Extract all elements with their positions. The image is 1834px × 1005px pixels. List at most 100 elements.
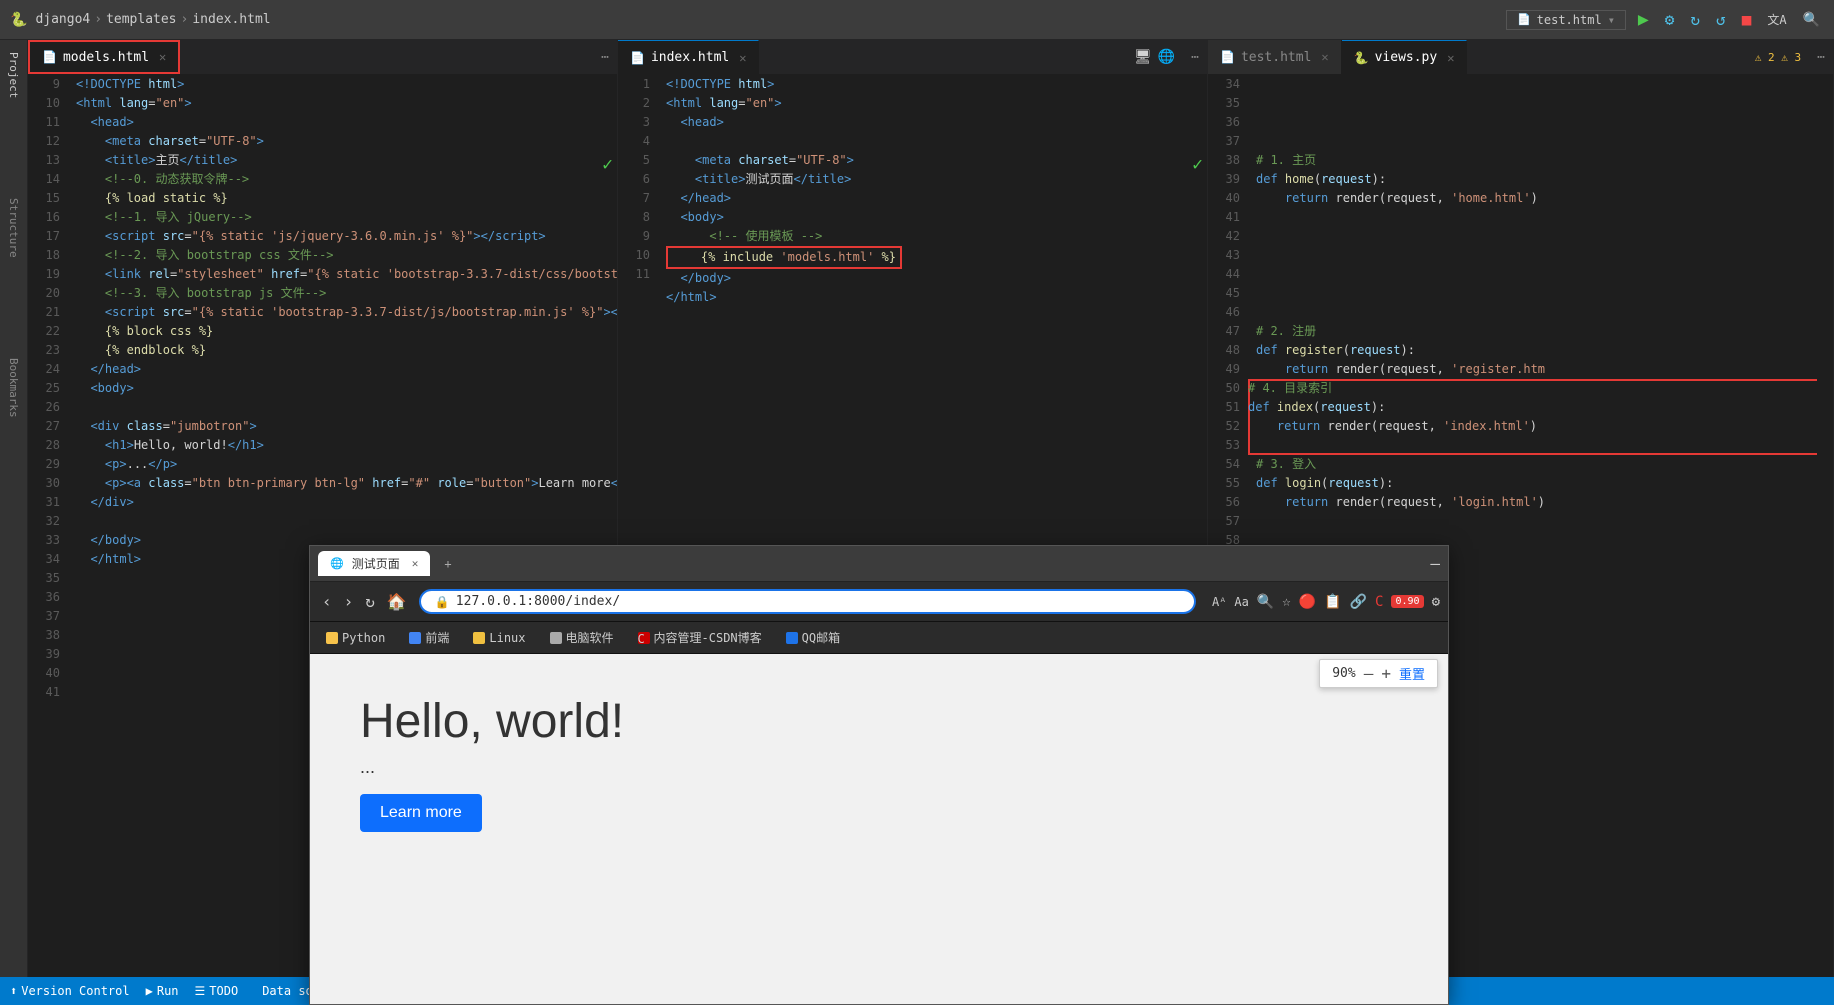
- browser-tab-new[interactable]: +: [436, 553, 459, 575]
- bookmark-software-icon: [550, 632, 562, 644]
- browser-content: Hello, world! ... Learn more 90% — + 重置: [310, 654, 1448, 1004]
- bookmark-qqmail-label: QQ邮箱: [802, 629, 840, 646]
- todo-icon: ☰: [195, 984, 206, 998]
- learn-more-button[interactable]: Learn more: [360, 794, 482, 832]
- bookmark-python[interactable]: Python: [318, 629, 393, 647]
- bookmark-frontend[interactable]: 前端: [401, 627, 457, 648]
- browser-star-icon[interactable]: ☆: [1282, 594, 1290, 610]
- browser-ver-badge: 0.90: [1391, 595, 1423, 608]
- browser-tab-bar: 🌐 测试页面 ✕ + —: [310, 546, 1448, 582]
- bookmark-linux-label: Linux: [489, 631, 525, 645]
- browser-ext3-icon[interactable]: 🔗: [1350, 594, 1367, 610]
- tab-icon-test: 📄: [1220, 50, 1235, 64]
- browser-nav-buttons: ‹ › ↻ 🏠: [318, 590, 411, 613]
- url-bar[interactable]: 🔒 127.0.0.1:8000/index/: [419, 589, 1196, 614]
- sidebar-bookmarks-icon[interactable]: Bookmarks: [5, 350, 22, 426]
- browser-font-btn[interactable]: Aa: [1234, 595, 1248, 609]
- tab-more-1[interactable]: ⋯: [593, 40, 617, 74]
- bookmark-qqmail[interactable]: QQ邮箱: [778, 627, 848, 648]
- check-mark-1: ✓: [602, 155, 613, 174]
- bookmark-python-icon: [326, 632, 338, 644]
- forward-button[interactable]: ›: [340, 590, 358, 613]
- tab-icon-index: 📄: [630, 51, 645, 65]
- tab-label-test: test.html: [1241, 50, 1311, 65]
- tab-index-html[interactable]: 📄 index.html ✕: [618, 40, 759, 74]
- url-lock-icon: 🔒: [435, 595, 450, 609]
- bookmark-csdn-label: 内容管理-CSDN博客: [654, 629, 762, 646]
- reload-button[interactable]: ↻: [1686, 8, 1704, 31]
- translate-button[interactable]: 文A: [1763, 9, 1790, 30]
- bookmark-csdn[interactable]: C 内容管理-CSDN博客: [630, 627, 770, 648]
- browser-tab-active[interactable]: 🌐 测试页面 ✕: [318, 551, 430, 576]
- line-numbers-1: 910111213 1415161718 1920212223 24252627…: [28, 75, 68, 977]
- bookmark-frontend-icon: [409, 632, 421, 644]
- tab-close-index[interactable]: ✕: [739, 51, 746, 65]
- run-config-dropdown-icon[interactable]: ▾: [1608, 13, 1615, 27]
- browser-ext4-icon[interactable]: C: [1375, 594, 1383, 610]
- browser-zoom-icon[interactable]: 🔍: [1257, 594, 1274, 610]
- stop-button[interactable]: ■: [1738, 8, 1756, 31]
- status-version-control[interactable]: ⬆ Version Control: [10, 984, 130, 998]
- browser-window: 🌐 测试页面 ✕ + — ‹ › ↻ 🏠 🔒 127.0.0.1:8000/in…: [309, 545, 1449, 1005]
- breadcrumb-project[interactable]: django4: [35, 12, 90, 27]
- breadcrumb-sep2: ›: [181, 12, 189, 27]
- zoom-plus-button[interactable]: +: [1381, 664, 1391, 683]
- tab-close-test[interactable]: ✕: [1321, 50, 1328, 64]
- tab-close-models[interactable]: ✕: [159, 50, 166, 64]
- browser-bookmarks-bar: Python 前端 Linux 电脑软件 C 内容管理-CSDN博客 QQ邮箱: [310, 622, 1448, 654]
- sidebar-project-icon[interactable]: Project: [5, 44, 22, 106]
- status-todo[interactable]: ☰ TODO: [195, 984, 239, 998]
- browser-heading: Hello, world!: [360, 694, 1398, 749]
- tab-models-html[interactable]: 📄 models.html ✕: [28, 40, 180, 74]
- back-button[interactable]: ‹: [318, 590, 336, 613]
- status-run[interactable]: ▶ Run: [146, 984, 179, 998]
- debug-button[interactable]: ↺: [1712, 8, 1730, 31]
- reload-nav-button[interactable]: ↻: [361, 590, 379, 613]
- breadcrumb: django4 › templates › index.html: [35, 12, 270, 27]
- bookmark-python-label: Python: [342, 631, 385, 645]
- bookmark-linux[interactable]: Linux: [465, 629, 533, 647]
- tab-label-views: views.py: [1375, 50, 1438, 65]
- build-button[interactable]: ⚙: [1661, 8, 1679, 31]
- run-config-selector[interactable]: 📄 test.html ▾: [1506, 10, 1626, 30]
- browser-icon-2[interactable]: 🌐: [1158, 49, 1175, 65]
- warning-badge: ⚠ 2 ⚠ 3: [1755, 51, 1801, 64]
- zoom-level: 90%: [1332, 666, 1355, 681]
- left-sidebar: Project Structure Bookmarks: [0, 40, 28, 977]
- breadcrumb-sep1: ›: [94, 12, 102, 27]
- zoom-reset-button[interactable]: 重置: [1399, 664, 1425, 683]
- vc-icon: ⬆: [10, 984, 17, 998]
- run-config-label: test.html: [1537, 13, 1602, 27]
- bookmark-software[interactable]: 电脑软件: [542, 627, 622, 648]
- zoom-minus-button[interactable]: —: [1364, 664, 1374, 683]
- breadcrumb-folder[interactable]: templates: [106, 12, 176, 27]
- browser-ext2-icon[interactable]: 📋: [1324, 594, 1341, 610]
- browser-tab-close[interactable]: ✕: [412, 557, 419, 570]
- tab-bar-2: 📄 index.html ✕ 🖥 🌐 ⋯: [618, 40, 1207, 75]
- tab-close-views[interactable]: ✕: [1447, 51, 1454, 65]
- browser-ext1-icon[interactable]: 🔴: [1299, 594, 1316, 610]
- bookmark-linux-icon: [473, 632, 485, 644]
- browser-minimize-btn[interactable]: —: [1430, 554, 1440, 573]
- title-bar: 🐍 django4 › templates › index.html 📄 tes…: [0, 0, 1834, 40]
- run-button[interactable]: ▶: [1634, 7, 1653, 32]
- browser-aa-btn[interactable]: Aᴬ: [1212, 595, 1226, 609]
- tab-bar-3: 📄 test.html ✕ 🐍 views.py ✕ ⚠ 2 ⚠ 3 ⋯: [1208, 40, 1833, 75]
- breadcrumb-file[interactable]: index.html: [192, 12, 270, 27]
- tab-test-html[interactable]: 📄 test.html ✕: [1208, 40, 1342, 74]
- browser-settings-icon[interactable]: ⚙: [1432, 594, 1440, 610]
- bookmark-frontend-label: 前端: [425, 629, 449, 646]
- zoom-indicator: 90% — + 重置: [1319, 659, 1438, 688]
- tab-label-index: index.html: [651, 50, 729, 65]
- tab-more-3[interactable]: ⋯: [1809, 40, 1833, 74]
- sidebar-structure-icon[interactable]: Structure: [5, 190, 22, 266]
- browser-icon-1[interactable]: 🖥: [1134, 49, 1152, 65]
- check-mark-2: ✓: [1192, 155, 1203, 174]
- url-text: 127.0.0.1:8000/index/: [456, 594, 620, 609]
- tab-icon-models: 📄: [42, 50, 57, 64]
- tab-views-py[interactable]: 🐍 views.py ✕: [1342, 40, 1468, 74]
- home-button[interactable]: 🏠: [383, 590, 411, 613]
- tab-more-2[interactable]: ⋯: [1183, 40, 1207, 74]
- search-button[interactable]: 🔍: [1799, 10, 1824, 30]
- browser-subtext: ...: [360, 757, 1398, 778]
